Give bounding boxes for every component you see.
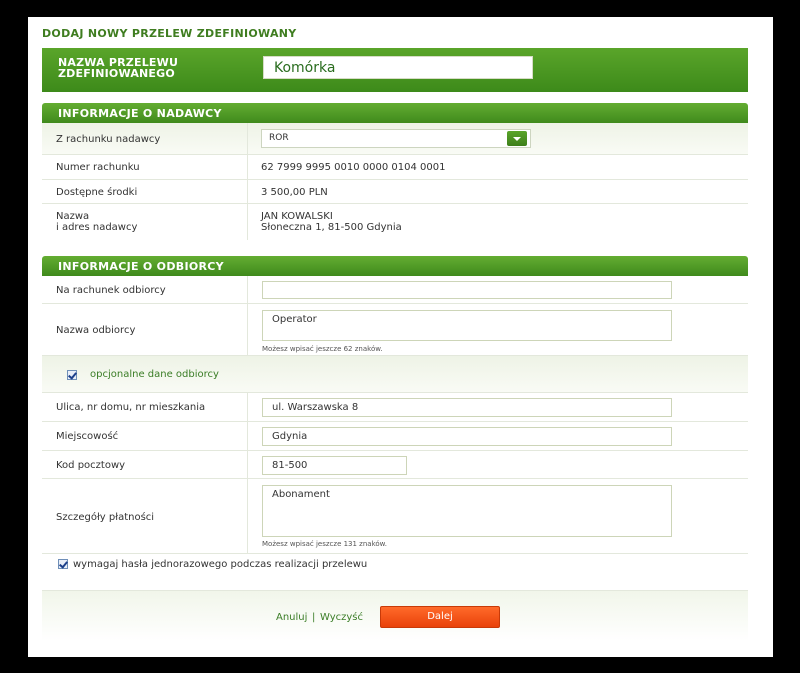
chevron-down-icon[interactable] [507,131,527,146]
sender-account-select[interactable]: ROR [261,129,531,148]
street-input[interactable]: ul. Warszawska 8 [262,398,672,417]
recipient-section-title: INFORMACJE O ODBIORCY [58,260,224,273]
optional-data-label[interactable]: opcjonalne dane odbiorcy [90,369,219,380]
sender-address-row: Nazwa i adres nadawcy JAN KOWALSKI Słone… [42,204,748,240]
cancel-link[interactable]: Anuluj [276,612,307,623]
payment-details-row: Szczegóły płatności Abonament Możesz wpi… [42,479,748,554]
clear-link[interactable]: Wyczyść [320,612,363,623]
recipient-name-row: Nazwa odbiorcy Operator Możesz wpisać je… [42,304,748,356]
postal-code-input[interactable]: 81-500 [262,456,407,475]
sender-account-selected: ROR [269,133,289,143]
sender-account-row: Z rachunku nadawcy ROR [42,123,748,155]
available-funds-row: Dostępne środki 3 500,00 PLN [42,180,748,204]
sender-street: Słoneczna 1, 81-500 Gdynia [261,222,402,233]
otp-label: wymagaj hasła jednorazowego podczas real… [73,559,368,570]
recipient-name-textarea[interactable]: Operator [262,310,672,341]
page-title: DODAJ NOWY PRZELEW ZDEFINIOWANY [42,27,297,40]
street-row: Ulica, nr domu, nr mieszkania ul. Warsza… [42,393,748,422]
transfer-name-label: NAZWA PRZELEWU ZDEFINIOWANEGO [58,56,179,80]
form-page: DODAJ NOWY PRZELEW ZDEFINIOWANY NAZWA PR… [28,17,773,657]
sender-section-title: INFORMACJE O NADAWCY [58,107,222,120]
form-footer: Anuluj | Wyczyść Dalej [42,590,748,641]
transfer-name-input[interactable]: Komórka [263,56,533,79]
otp-row: wymagaj hasła jednorazowego podczas real… [42,554,748,574]
sender-name: JAN KOWALSKI [261,211,333,222]
recipient-account-input[interactable] [262,281,672,299]
recipient-account-row: Na rachunek odbiorcy [42,276,748,304]
available-funds-value: 3 500,00 PLN [261,187,328,198]
sender-section-header: INFORMACJE O NADAWCY [42,103,748,123]
payment-details-textarea[interactable]: Abonament [262,485,672,537]
city-row: Miejscowość Gdynia [42,422,748,451]
sender-address-label-2: i adres nadawcy [56,222,138,233]
available-funds-label: Dostępne środki [56,187,138,198]
transfer-name-bar: NAZWA PRZELEWU ZDEFINIOWANEGO Komórka [42,48,748,92]
account-number-label: Numer rachunku [56,162,140,173]
recipient-section-header: INFORMACJE O ODBIORCY [42,256,748,276]
recipient-name-hint: Możesz wpisać jeszcze 62 znaków. [262,345,383,353]
optional-data-checkbox[interactable] [67,370,77,380]
footer-separator: | [312,612,316,623]
next-button[interactable]: Dalej [380,606,500,628]
city-input[interactable]: Gdynia [262,427,672,446]
payment-details-hint: Możesz wpisać jeszcze 131 znaków. [262,540,387,548]
payment-details-label: Szczegóły płatności [56,512,155,523]
recipient-name-label: Nazwa odbiorcy [56,325,136,336]
account-number-row: Numer rachunku 62 7999 9995 0010 0000 01… [42,155,748,180]
account-number-value: 62 7999 9995 0010 0000 0104 0001 [261,162,446,173]
optional-data-row: opcjonalne dane odbiorcy [42,356,748,393]
postal-code-label: Kod pocztowy [56,460,126,471]
city-label: Miejscowość [56,431,119,442]
sender-address-label-1: Nazwa [56,211,90,222]
sender-account-label: Z rachunku nadawcy [56,134,161,145]
otp-checkbox[interactable] [58,559,68,569]
street-label: Ulica, nr domu, nr mieszkania [56,402,206,413]
recipient-account-label: Na rachunek odbiorcy [56,285,166,296]
postal-code-row: Kod pocztowy 81-500 [42,451,748,479]
